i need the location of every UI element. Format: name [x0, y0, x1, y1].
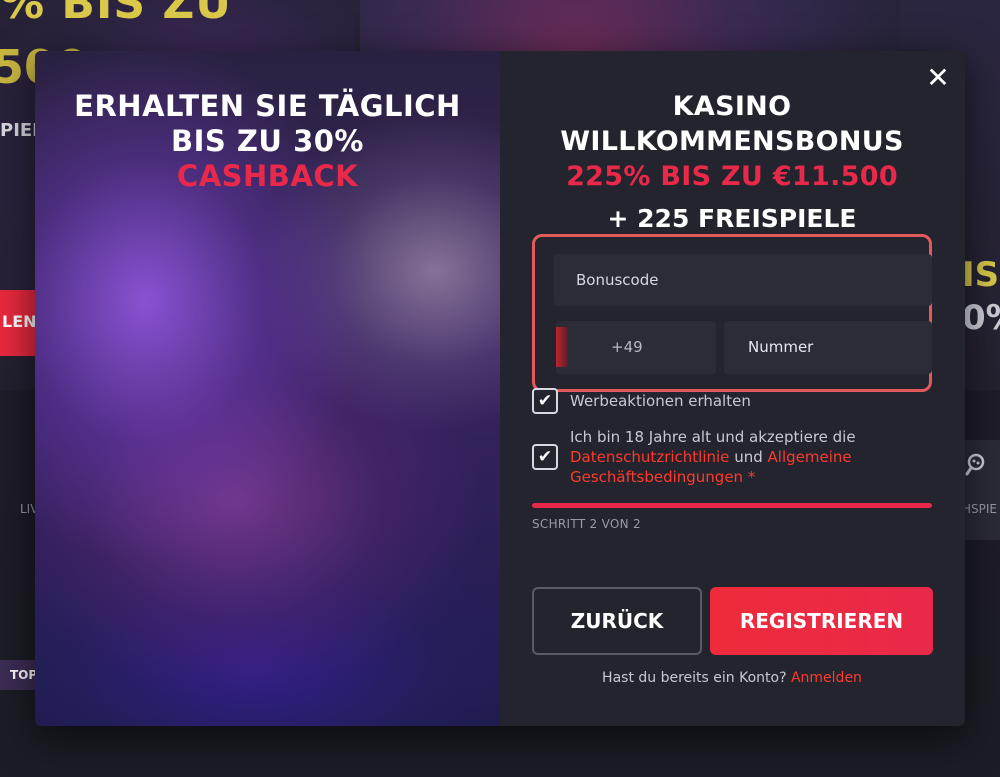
offer-title-line1: KASINO: [672, 91, 792, 122]
terms-prefix-text: Ich bin 18 Jahre alt und akzeptiere die: [570, 428, 856, 446]
cashback-promo-text: ERHALTEN SIE TÄGLICH BIS ZU 30% CASHBACK: [35, 89, 500, 194]
phone-number-placeholder: Nummer: [748, 338, 814, 356]
welcome-bonus-offer: KASINO WILLKOMMENSBONUS 225% BIS ZU €11.…: [532, 89, 932, 234]
gamepad-icon: [963, 452, 989, 484]
promotions-checkbox-label: Werbeaktionen erhalten: [570, 392, 751, 410]
phone-country-code-value: +49: [611, 338, 643, 356]
phone-number-input[interactable]: Nummer: [724, 321, 932, 374]
registration-step-label: SCHRITT 2 VON 2: [532, 517, 641, 531]
terms-checkbox-label: Ich bin 18 Jahre alt und akzeptiere die …: [570, 427, 910, 487]
background-top-badge: TOP: [0, 660, 40, 690]
cashback-promo-panel: ERHALTEN SIE TÄGLICH BIS ZU 30% CASHBACK: [35, 51, 500, 726]
phone-country-code-select[interactable]: +49: [556, 321, 716, 374]
register-button[interactable]: REGISTRIEREN: [710, 587, 933, 655]
registration-progress-bar: [532, 503, 932, 508]
country-flag-icon: [556, 327, 568, 367]
promotions-checkbox[interactable]: ✔: [532, 388, 558, 414]
login-prompt-text: Hast du bereits ein Konto?: [602, 670, 787, 686]
login-prompt: Hast du bereits ein Konto? Anmelden: [532, 670, 932, 686]
back-button[interactable]: ZURÜCK: [532, 587, 702, 655]
background-cta-button[interactable]: LEN: [0, 290, 37, 356]
required-mark: *: [747, 468, 756, 486]
login-link[interactable]: Anmelden: [791, 670, 862, 686]
background-hero-title: % BIS ZU: [0, 0, 232, 29]
offer-amount: 225% BIS ZU €11.500: [566, 161, 898, 192]
terms-checkbox[interactable]: ✔: [532, 444, 558, 470]
bonus-code-input[interactable]: Bonuscode: [554, 254, 932, 306]
cashback-promo-line1: ERHALTEN SIE TÄGLICH: [74, 89, 461, 123]
background-right-title: IS: [962, 255, 1000, 295]
privacy-policy-link[interactable]: Datenschutzrichtlinie: [570, 448, 729, 466]
close-icon[interactable]: ✕: [925, 64, 951, 92]
terms-and-text: und: [734, 448, 763, 466]
registration-modal: ERHALTEN SIE TÄGLICH BIS ZU 30% CASHBACK…: [35, 51, 965, 726]
background-right-percent: 0%: [962, 298, 1000, 338]
background-category-label[interactable]: HSPIE: [962, 502, 997, 516]
offer-title-line2: WILLKOMMENSBONUS: [560, 126, 904, 157]
bonus-code-placeholder: Bonuscode: [576, 271, 659, 289]
cashback-promo-highlight: CASHBACK: [176, 159, 359, 193]
offer-free-spins: + 225 FREISPIELE: [607, 204, 857, 233]
cashback-promo-line2: BIS ZU 30%: [171, 124, 364, 158]
